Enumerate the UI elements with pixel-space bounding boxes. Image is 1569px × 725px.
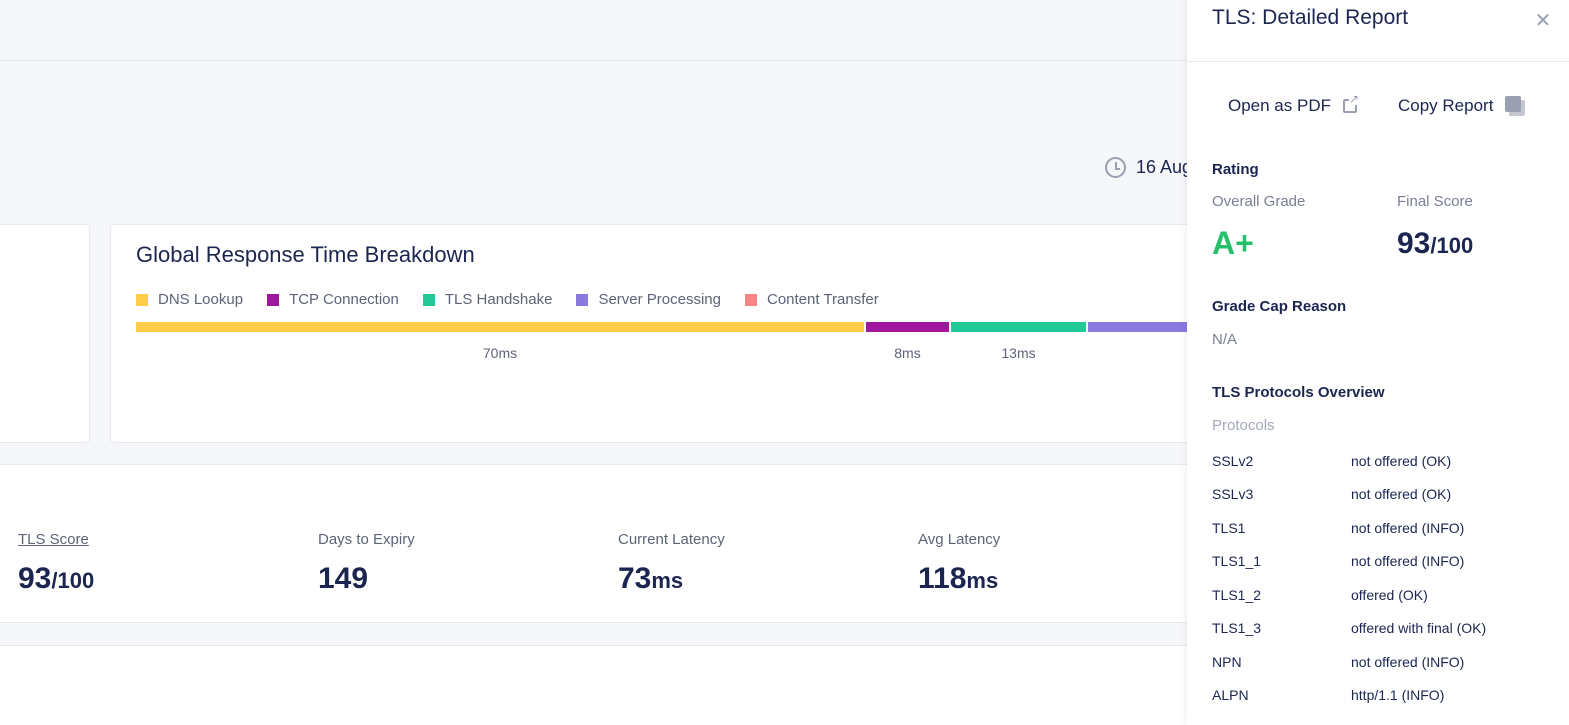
response-breakdown-card: Global Response Time Breakdown DNS Looku… — [110, 224, 1230, 443]
panel-title: TLS: Detailed Report — [1212, 6, 1409, 29]
legend-swatch — [136, 293, 148, 306]
breakdown-title: Global Response Time Breakdown — [136, 242, 475, 267]
external-link-icon — [1343, 93, 1359, 113]
grade-cap-heading: Grade Cap Reason — [1212, 298, 1347, 315]
stat-value: 73ms — [618, 562, 684, 595]
legend-dns: DNS Lookup — [136, 291, 243, 308]
final-score: 93/100 — [1397, 227, 1474, 260]
final-score-label: Final Score — [1397, 193, 1473, 210]
left-card — [0, 224, 90, 443]
stat-avg-latency: Avg Latency 118ms — [918, 531, 1000, 596]
copy-report-label: Copy Report — [1398, 96, 1494, 115]
date-text: 16 Aug — [1136, 157, 1193, 177]
legend-swatch — [745, 293, 757, 306]
legend-tls: TLS Handshake — [422, 291, 553, 308]
bar-segment — [1088, 322, 1192, 332]
bar-segment — [136, 322, 864, 332]
overall-grade-label: Overall Grade — [1212, 193, 1306, 210]
stat-label: Days to Expiry — [318, 531, 415, 548]
overall-grade: A+ — [1212, 225, 1254, 261]
copy-report-button[interactable]: Copy Report — [1398, 96, 1526, 116]
rating-heading: Rating — [1212, 161, 1259, 178]
legend-swatch — [576, 293, 589, 306]
open-pdf-label: Open as PDF — [1228, 96, 1331, 115]
bar-segment — [866, 322, 949, 332]
stat-value: 149 — [318, 562, 369, 595]
legend-tcp: TCP Connection — [267, 291, 399, 308]
breakdown-legend: DNS Lookup TCP Connection TLS Handshake … — [136, 291, 879, 308]
protocols-heading: TLS Protocols Overview — [1212, 384, 1385, 401]
legend-label: TLS Handshake — [444, 291, 553, 308]
segment-label: 70ms — [482, 345, 518, 361]
stat-days-to-expiry: Days to Expiry 149 — [318, 531, 415, 596]
open-pdf-button[interactable]: Open as PDF — [1228, 93, 1359, 116]
segment-label: 8ms — [894, 345, 921, 361]
tls-report-panel: TLS: Detailed Report ✕ Open as PDF Copy … — [1187, 0, 1569, 725]
breakdown-bar — [136, 322, 1236, 332]
bar-segment — [951, 322, 1086, 332]
segment-label: 13ms — [1001, 345, 1036, 361]
legend-label: TCP Connection — [289, 291, 399, 308]
protocols-label: Protocols — [1212, 417, 1275, 434]
grade-cap-value: N/A — [1212, 331, 1238, 348]
copy-icon — [1505, 96, 1526, 116]
stat-value: 93/100 — [18, 562, 95, 595]
legend-swatch — [267, 293, 280, 306]
tls-score-link[interactable]: TLS Score — [18, 531, 94, 548]
breakdown-labels: 70ms 8ms 13ms — [136, 345, 1236, 365]
legend-label: Server Processing — [598, 291, 721, 308]
stat-value: 118ms — [918, 562, 999, 595]
close-icon[interactable]: ✕ — [1533, 11, 1553, 31]
legend-swatch — [422, 293, 435, 306]
stat-label: Avg Latency — [918, 531, 1001, 548]
stat-label: Current Latency — [618, 531, 725, 548]
legend-server: Server Processing — [576, 291, 721, 308]
clock-icon — [1105, 157, 1126, 178]
legend-label: DNS Lookup — [158, 291, 244, 308]
date-range[interactable]: 16 Aug — [1105, 157, 1192, 178]
legend-label: Content Transfer — [767, 291, 879, 308]
legend-content: Content Transfer — [745, 291, 879, 308]
stat-tls-score: TLS Score 93/100 — [18, 531, 94, 596]
divider — [1187, 61, 1569, 62]
stat-current-latency: Current Latency 73ms — [618, 531, 725, 596]
